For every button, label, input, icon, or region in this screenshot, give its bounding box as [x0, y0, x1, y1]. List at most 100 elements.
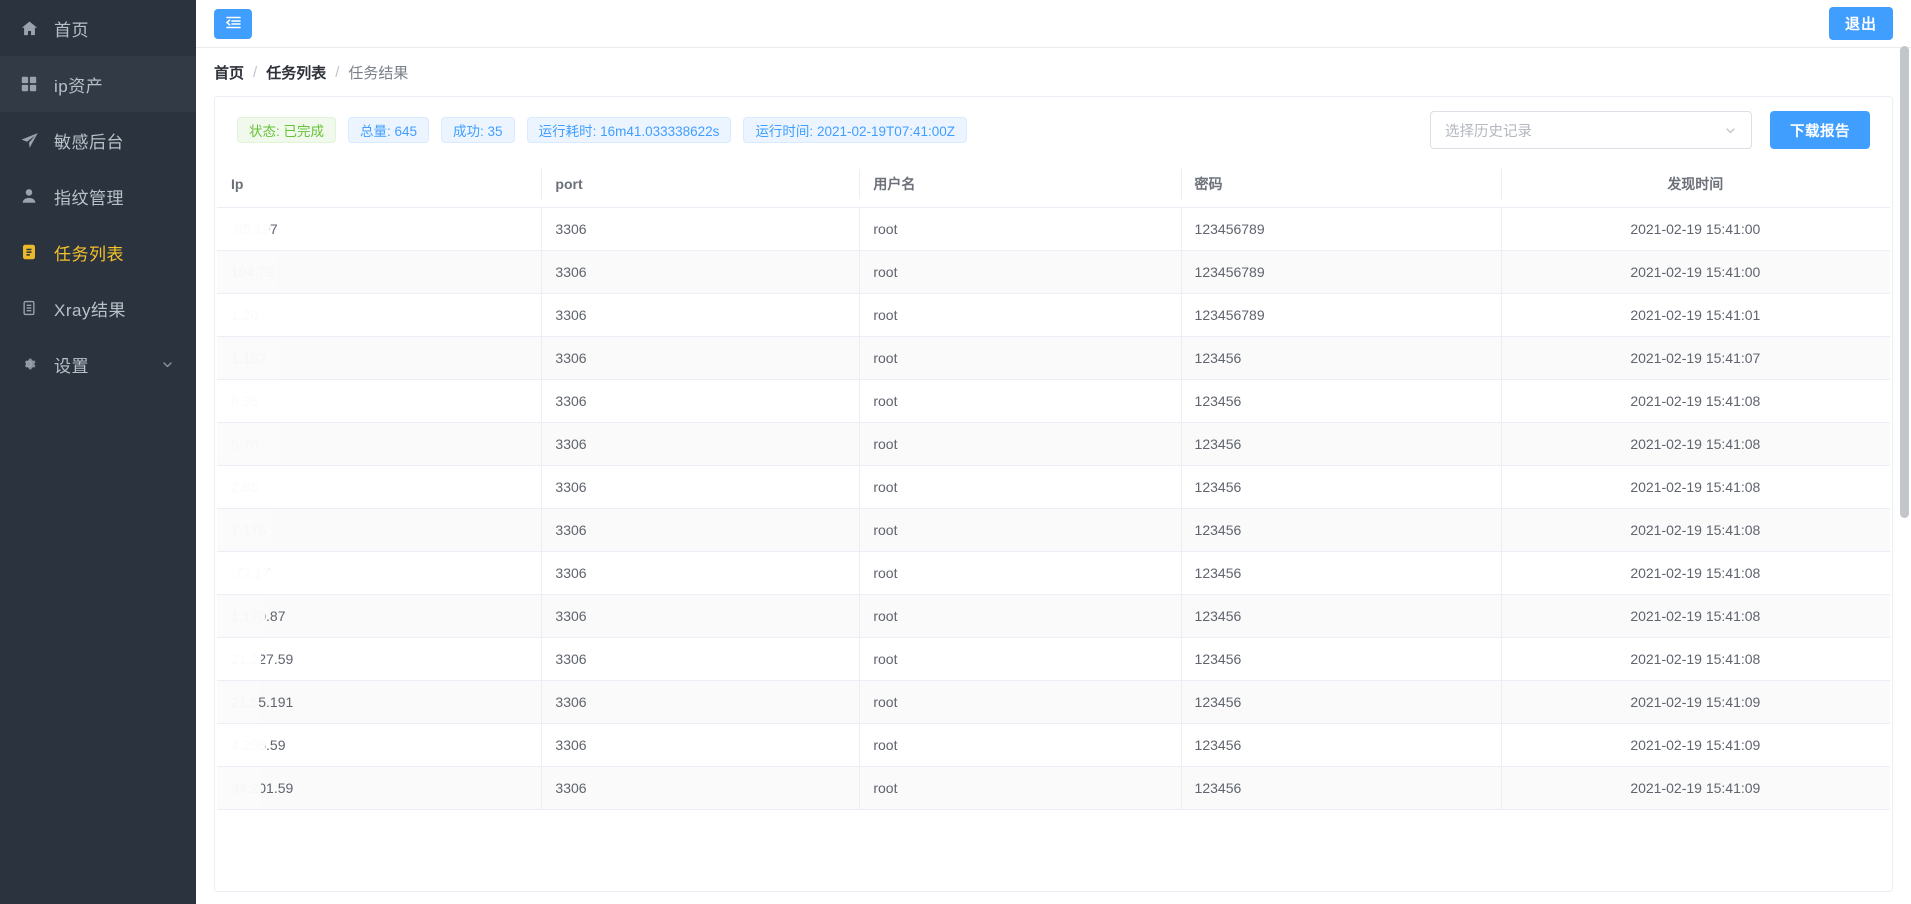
cell-time: 2021-02-19 15:41:08: [1500, 551, 1890, 595]
sidebar-item-6[interactable]: 设置: [0, 336, 196, 392]
redaction-block: [217, 509, 273, 549]
breadcrumb-item-0[interactable]: 首页: [214, 62, 244, 83]
cell-port: 3306: [541, 508, 860, 552]
cell-port: 3306: [541, 422, 860, 466]
table-row[interactable]: 7.1763306root1234562021-02-19 15:41:08: [217, 508, 1890, 552]
download-report-button[interactable]: 下载报告: [1770, 111, 1870, 149]
vertical-scrollbar[interactable]: [1900, 46, 1909, 904]
sidebar-item-5[interactable]: Xray结果: [0, 280, 196, 336]
redaction-block: [217, 466, 275, 506]
table-row[interactable]: 1.170.873306root1234562021-02-19 15:41:0…: [217, 594, 1890, 638]
status-badge-4: 运行时间: 2021-02-19T07:41:00Z: [743, 117, 968, 143]
sidebar-item-0[interactable]: 首页: [0, 0, 196, 56]
breadcrumb-item-1[interactable]: 任务列表: [266, 62, 326, 83]
redaction-block: [217, 380, 281, 420]
cell-time: 2021-02-19 15:41:01: [1500, 293, 1890, 337]
result-card: 状态: 已完成 总量: 645 成功: 35 运行耗时: 16m41.03333862…: [214, 96, 1893, 892]
cell-password: 123456789: [1180, 250, 1501, 294]
cell-time: 2021-02-19 15:41:00: [1500, 250, 1890, 294]
card-header: 状态: 已完成 总量: 645 成功: 35 运行耗时: 16m41.03333862…: [215, 97, 1892, 161]
table-row[interactable]: 104.793306root1234567892021-02-19 15:41:…: [217, 250, 1890, 294]
cell-password: 123456: [1180, 637, 1501, 681]
sidebar-item-3[interactable]: 指纹管理: [0, 168, 196, 224]
cell-user: root: [859, 680, 1181, 724]
sidebar: 首页 ip资产 敏感后台指纹管理任务列表 Xray结果 设置: [0, 0, 196, 904]
cell-password: 123456: [1180, 680, 1501, 724]
sidebar-item-label: 设置: [54, 356, 89, 376]
table-row[interactable]: .72.173306root1234562021-02-19 15:41:08: [217, 551, 1890, 595]
chevron-down-icon[interactable]: [161, 358, 174, 371]
table-row[interactable]: 4.206.593306root1234562021-02-19 15:41:0…: [217, 723, 1890, 767]
cell-port: 3306: [541, 680, 860, 724]
cell-time: 2021-02-19 15:41:08: [1500, 465, 1890, 509]
scrollbar-thumb[interactable]: [1900, 46, 1909, 518]
history-select[interactable]: 选择历史记录: [1430, 111, 1752, 149]
cell-user: root: [859, 379, 1181, 423]
cell-user: root: [859, 465, 1181, 509]
cell-user: root: [859, 207, 1181, 251]
redaction-block: [217, 724, 265, 764]
cell-password: 123456: [1180, 551, 1501, 595]
table-header-row: Ip port 用户名 密码 发现时间: [217, 161, 1890, 208]
top-bar: 退出: [196, 0, 1911, 48]
redaction-block: [217, 208, 269, 248]
table-row[interactable]: 2.853306root1234562021-02-19 15:41:08: [217, 465, 1890, 509]
cell-user: root: [859, 551, 1181, 595]
table-row[interactable]: 21.227.59 3306 root 123456 2021-02-19 15:41:…: [217, 637, 1890, 681]
cell-port: 3306: [541, 766, 860, 810]
breadcrumb-item-2: 任务结果: [348, 64, 409, 82]
sidebar-item-4[interactable]: 任务列表: [0, 224, 196, 280]
sidebar-item-label: Xray结果: [54, 300, 126, 320]
list-icon: [18, 297, 40, 319]
clipboard-icon: [18, 241, 40, 263]
sidebar-item-1[interactable]: ip资产: [0, 56, 196, 112]
cell-port: 3306: [541, 207, 860, 251]
redaction-block: [217, 552, 269, 592]
menu-fold-icon: [225, 14, 242, 34]
sidebar-item-label: 指纹管理: [54, 188, 124, 208]
cell-time: 2021-02-19 15:41:07: [1500, 336, 1890, 380]
summary-badges: 状态: 已完成 总量: 645 成功: 35 运行耗时: 16m41.03333862…: [237, 117, 968, 143]
table-row[interactable]: 8.353306root1234562021-02-19 15:41:08: [217, 379, 1890, 423]
table-row[interactable]: 1.203306root1234567892021-02-19 15:41:01: [217, 293, 1890, 337]
table-row[interactable]: 21.55.191 3306 root 123456 2021-02-19 15:41:…: [217, 680, 1890, 724]
cell-user: root: [859, 637, 1181, 681]
grid-icon: [18, 73, 40, 95]
cell-time: 2021-02-19 15:41:08: [1500, 508, 1890, 552]
sidebar-item-label: 任务列表: [54, 244, 124, 264]
redaction-block: [217, 294, 279, 334]
cell-user: root: [859, 723, 1181, 767]
sidebar-item-label: 首页: [54, 20, 89, 40]
table-row[interactable]: 1.1923306root1234562021-02-19 15:41:07: [217, 336, 1890, 380]
cell-ip: 5.76: [217, 422, 542, 466]
cell-password: 123456: [1180, 723, 1501, 767]
cell-password: 123456: [1180, 379, 1501, 423]
cell-port: 3306: [541, 465, 860, 509]
main-area: 退出 首页 / 任务列表 / 任务结果 状态: 已完成 总量: 645 成功: 35 运行耗时…: [196, 0, 1911, 904]
table-row[interactable]: 5.763306root1234562021-02-19 15:41:08: [217, 422, 1890, 466]
redaction-block: [217, 337, 281, 377]
breadcrumb-separator: /: [253, 63, 258, 81]
table-row[interactable]: 34.201.59 3306 root 123456 2021-02-19 15:41:…: [217, 766, 1890, 810]
content-area: 首页 / 任务列表 / 任务结果 状态: 已完成 总量: 645 成功: 35 运行耗时: 1…: [196, 48, 1911, 904]
redaction-block: [217, 423, 279, 463]
cell-ip: 104.79: [217, 250, 542, 294]
cell-time: 2021-02-19 15:41:08: [1500, 637, 1890, 681]
cell-password: 123456: [1180, 422, 1501, 466]
cell-user: root: [859, 508, 1181, 552]
gear-icon: [18, 353, 40, 375]
home-icon: [18, 17, 40, 39]
cell-user: root: [859, 336, 1181, 380]
sidebar-item-2[interactable]: 敏感后台: [0, 112, 196, 168]
redaction-block: [217, 681, 259, 721]
menu-fold-button[interactable]: [214, 8, 252, 39]
cell-password: 123456: [1180, 594, 1501, 638]
cell-time: 2021-02-19 15:41:08: [1500, 422, 1890, 466]
cell-ip: 21.227.59: [217, 637, 542, 681]
cell-ip: 1.170.87: [217, 594, 542, 638]
app-root: 首页 ip资产 敏感后台 指纹管理 任务列表 Xray结果 设置 退出 首页 / 任务列表 / 任务…: [0, 0, 1911, 904]
cell-port: 3306: [541, 336, 860, 380]
cell-password: 123456789: [1180, 293, 1501, 337]
logout-button[interactable]: 退出: [1828, 7, 1893, 40]
table-row[interactable]: .85.1973306root1234567892021-02-19 15:41…: [217, 207, 1890, 251]
